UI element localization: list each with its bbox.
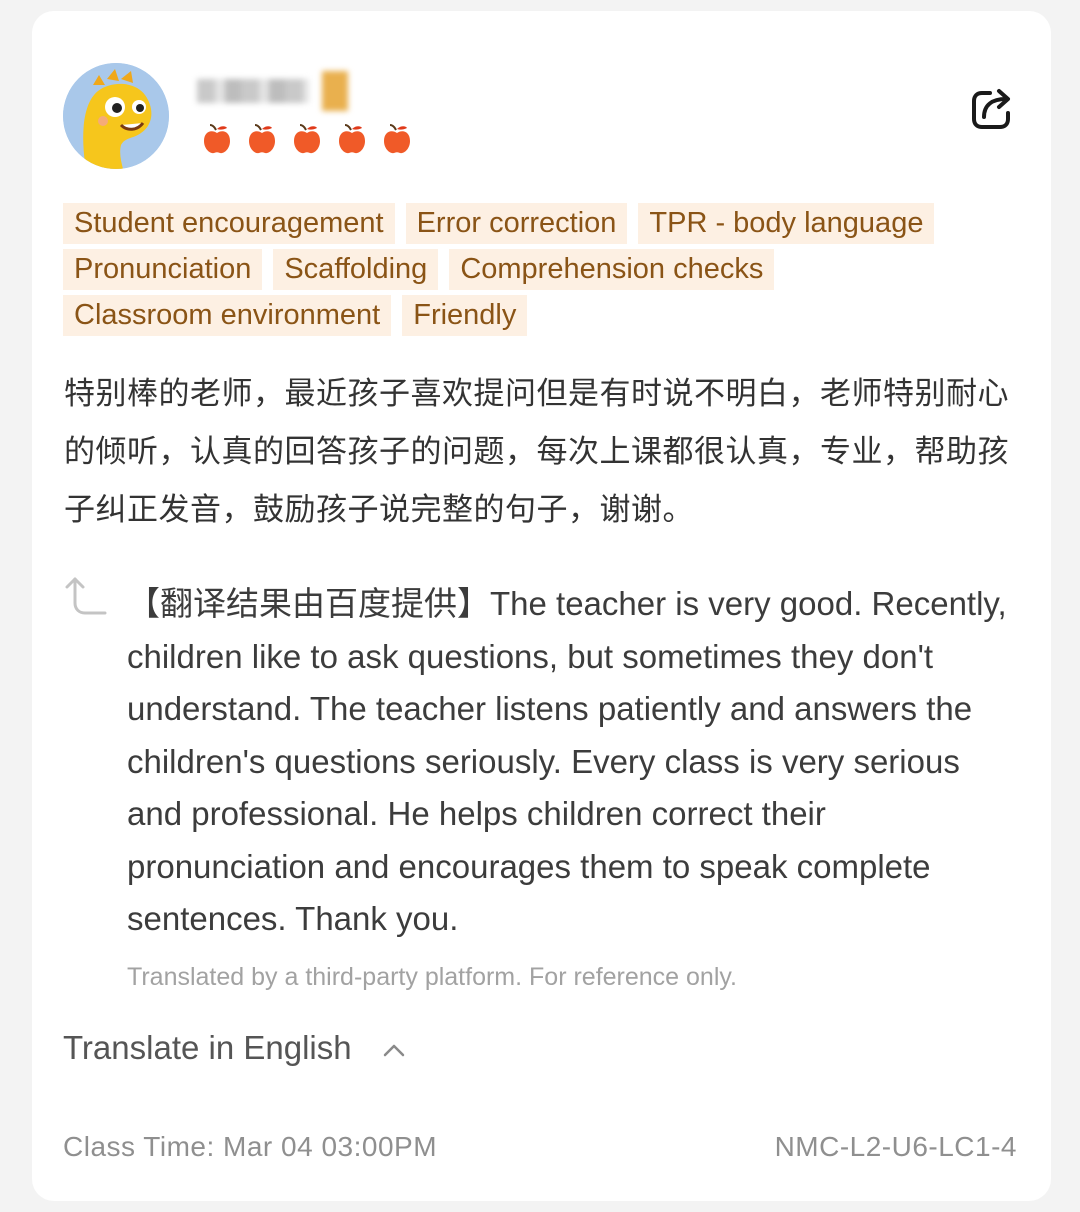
apple-icon	[339, 124, 365, 154]
tag: Pronunciation	[63, 249, 263, 290]
translation-reply-icon	[65, 577, 107, 615]
tag: Classroom environment	[63, 295, 392, 336]
rating-apples	[202, 123, 412, 155]
translate-toggle-label: Translate in English	[63, 1029, 352, 1066]
apple-icon	[204, 124, 230, 154]
tag: TPR - body language	[638, 203, 935, 244]
tag: Comprehension checks	[449, 249, 775, 290]
tag: Scaffolding	[273, 249, 439, 290]
translate-toggle-button[interactable]: Translate in English	[63, 1029, 406, 1067]
tag: Student encouragement	[63, 203, 395, 244]
share-icon	[972, 89, 1010, 129]
review-card: Student encouragement Error correction T…	[32, 11, 1051, 1201]
course-code: NMC-L2-U6-LC1-4	[774, 1131, 1017, 1162]
tag-list: Student encouragement Error correction T…	[63, 203, 1023, 336]
translation-disclaimer: Translated by a third-party platform. Fo…	[127, 963, 737, 991]
review-text: 特别棒的老师，最近孩子喜欢提问但是有时说不明白，老师特别耐心的倾听，认真的回答孩…	[64, 376, 1009, 528]
dinosaur-mascot-icon	[63, 63, 169, 169]
class-time: Class Time: Mar 04 03:00PM	[63, 1131, 438, 1162]
apple-icon	[384, 124, 410, 154]
avatar[interactable]	[63, 63, 169, 169]
chevron-up-icon	[383, 1044, 404, 1057]
share-button[interactable]	[968, 83, 1018, 133]
apple-icon	[294, 124, 320, 154]
tag: Error correction	[405, 203, 628, 244]
tag: Friendly	[402, 295, 528, 336]
username-blurred	[197, 71, 367, 111]
translation-text: 【翻译结果由百度提供】The teacher is very good. Rec…	[127, 585, 1007, 937]
apple-icon	[249, 124, 275, 154]
